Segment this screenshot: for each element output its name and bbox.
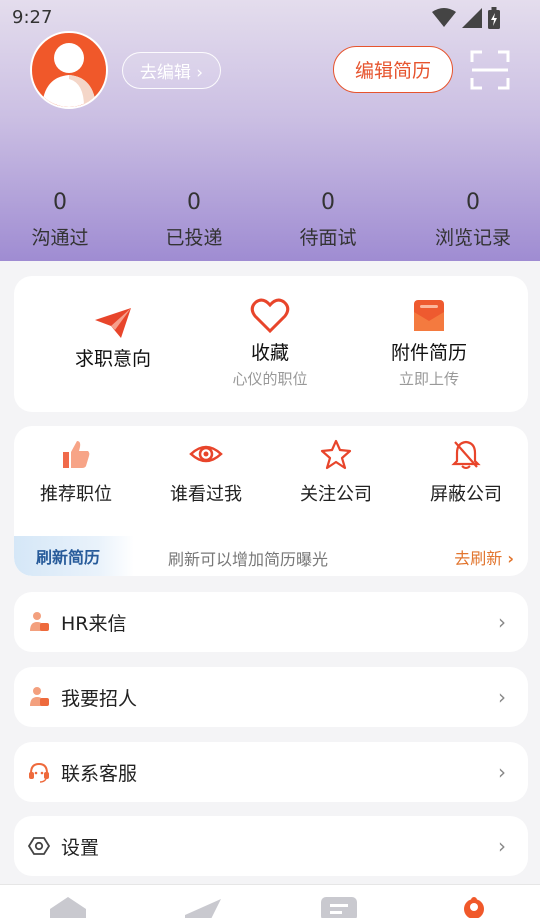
bottom-tab-bar: [0, 884, 540, 918]
edit-resume-button[interactable]: 编辑简历: [333, 46, 453, 93]
attachment-resume-subtitle: 立即上传: [398, 370, 459, 388]
avatar[interactable]: [30, 31, 108, 109]
followed-companies-item[interactable]: 关注公司: [271, 438, 401, 506]
refresh-resume-tag: 刷新简历: [14, 536, 134, 576]
menu-settings[interactable]: 设置 ›: [14, 816, 528, 876]
favorites-subtitle: 心仪的职位: [232, 370, 308, 388]
chevron-right-icon: ›: [498, 834, 506, 858]
stat-value: 0: [321, 190, 335, 215]
stat-label: 已投递: [165, 227, 223, 249]
menu-hr-letters[interactable]: HR来信 ›: [14, 592, 528, 652]
settings-icon: [28, 835, 50, 857]
menu-label: HR来信: [61, 612, 127, 635]
thumbs-up-icon: [63, 441, 90, 468]
stat-label: 沟通过: [31, 227, 89, 249]
stat-communicated[interactable]: 0 沟通过: [0, 190, 120, 250]
favorites-item[interactable]: 收藏 心仪的职位: [210, 298, 330, 389]
heart-icon: [250, 298, 290, 334]
refresh-link-label: 去刷新: [454, 549, 503, 568]
menu-recruit[interactable]: 我要招人 ›: [14, 667, 528, 727]
hr-person-icon: [28, 611, 50, 633]
job-intention-title: 求职意向: [74, 348, 151, 370]
blocked-companies-item[interactable]: 屏蔽公司: [401, 438, 528, 506]
battery-charging-icon: [488, 7, 500, 29]
quick-actions-card: 求职意向 收藏 心仪的职位 附件简历 立即上传: [14, 276, 528, 412]
attachment-resume-item[interactable]: 附件简历 立即上传: [369, 298, 489, 389]
chevron-right-icon: ›: [498, 760, 506, 784]
shortcuts-card: 推荐职位 谁看过我 关注公司 屏蔽公司 刷新简历 刷新可以增加简历曝光 去刷新 …: [14, 426, 528, 576]
followed-companies-label: 关注公司: [300, 484, 372, 505]
refresh-description: 刷新可以增加简历曝光: [168, 550, 329, 569]
scan-icon[interactable]: [470, 50, 510, 90]
menu-label: 设置: [61, 836, 100, 859]
recommended-jobs-label: 推荐职位: [40, 484, 112, 505]
refresh-resume-bar: 刷新简历 刷新可以增加简历曝光 去刷新 ›: [14, 536, 528, 576]
favorites-title: 收藏: [250, 342, 289, 364]
chevron-right-icon: ›: [498, 685, 506, 709]
status-icons: [432, 7, 500, 29]
recruit-person-icon: [28, 686, 50, 708]
menu-label: 联系客服: [61, 762, 138, 785]
who-viewed-me-item[interactable]: 谁看过我: [141, 438, 271, 506]
cellular-signal-icon: [462, 8, 482, 28]
menu-label: 我要招人: [61, 687, 138, 710]
document-tab-icon[interactable]: [321, 897, 357, 918]
stat-applied[interactable]: 0 已投递: [134, 190, 254, 250]
paper-plane-icon: [95, 308, 131, 338]
profile-header: 9:27 去编辑 › 编辑简历 0 沟通过 0 已投递 0 待面试 0 浏览记录: [0, 0, 540, 261]
chevron-right-icon: ›: [507, 549, 514, 568]
attachment-resume-title: 附件简历: [390, 342, 467, 364]
eye-icon: [189, 445, 223, 463]
messages-tab-icon[interactable]: [185, 899, 221, 918]
stat-value: 0: [187, 190, 201, 215]
blocked-companies-label: 屏蔽公司: [430, 484, 502, 505]
envelope-icon: [414, 300, 444, 331]
edit-profile-link[interactable]: 去编辑 ›: [122, 52, 221, 89]
who-viewed-me-label: 谁看过我: [170, 484, 242, 505]
stat-browse-history[interactable]: 0 浏览记录: [413, 190, 533, 250]
refresh-link[interactable]: 去刷新 ›: [454, 545, 514, 569]
stat-interviews[interactable]: 0 待面试: [268, 190, 388, 250]
stat-label: 待面试: [299, 227, 357, 249]
headset-icon: [28, 761, 50, 783]
default-avatar-icon: [42, 43, 96, 107]
menu-customer-service[interactable]: 联系客服 ›: [14, 742, 528, 802]
job-intention-item[interactable]: 求职意向: [53, 306, 173, 371]
stat-value: 0: [466, 190, 480, 215]
status-time: 9:27: [12, 7, 53, 28]
home-tab-icon[interactable]: [50, 897, 86, 918]
recommended-jobs-item[interactable]: 推荐职位: [14, 438, 141, 506]
wifi-icon: [432, 8, 456, 27]
stat-label: 浏览记录: [434, 227, 511, 249]
profile-tab-icon[interactable]: [462, 897, 486, 918]
stat-value: 0: [53, 190, 67, 215]
star-icon: [320, 439, 352, 470]
bell-off-icon: [451, 440, 481, 469]
chevron-right-icon: ›: [498, 610, 506, 634]
